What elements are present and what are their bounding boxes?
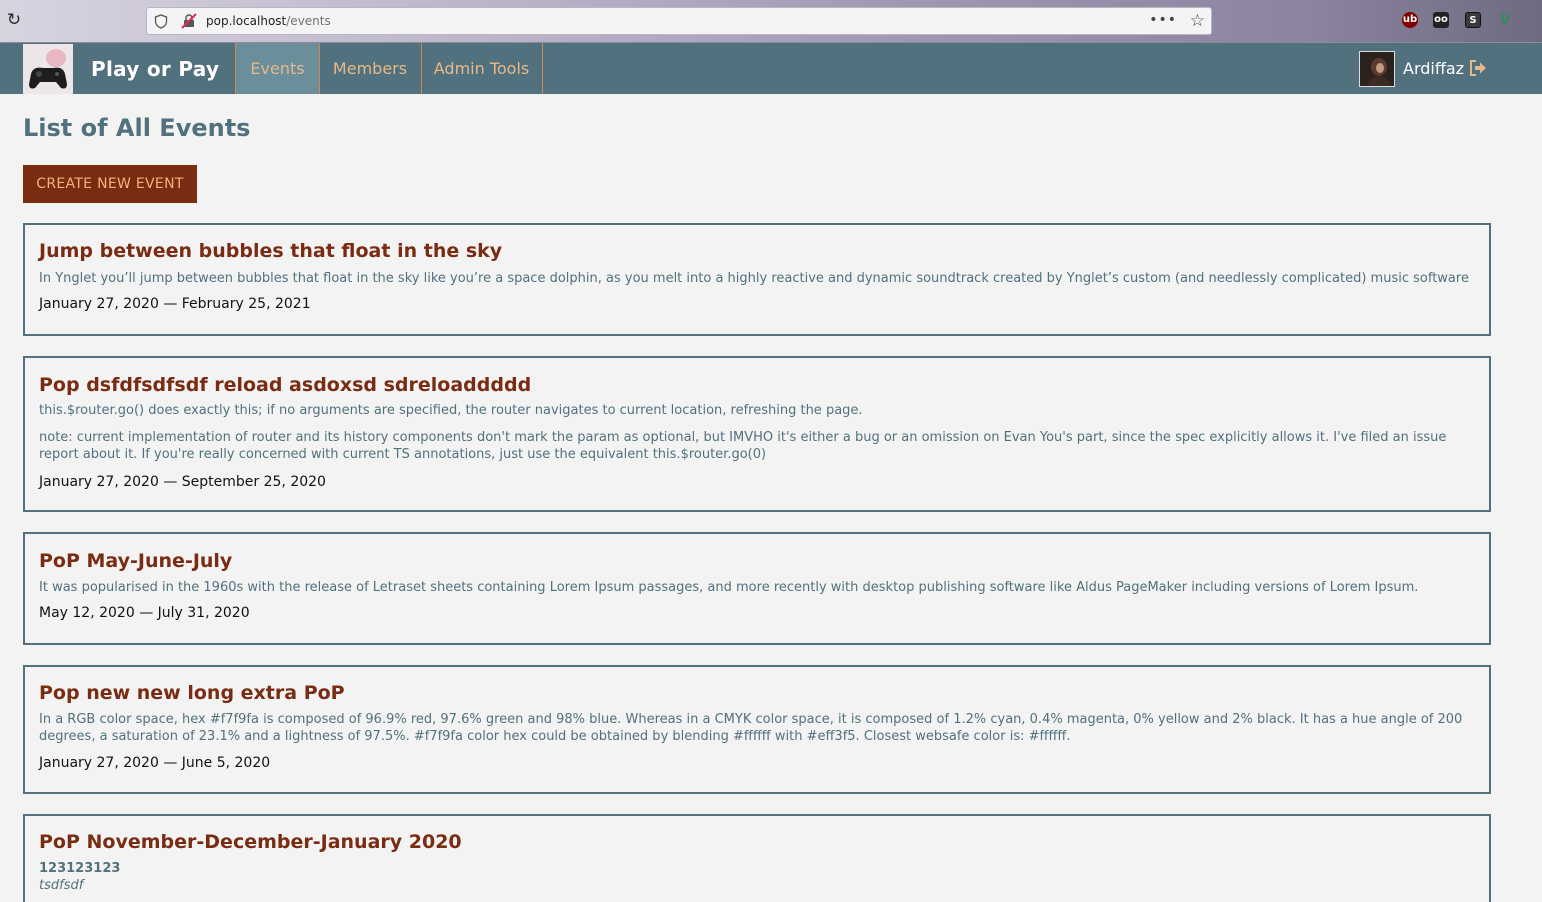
shield-icon[interactable] xyxy=(154,14,168,29)
s-extension-icon[interactable]: S xyxy=(1465,12,1481,28)
url-text[interactable]: pop.localhost/events xyxy=(206,14,331,28)
browser-toolbar: ↻ pop.localhost/events ••• ☆ ub oo S V xyxy=(0,0,1542,43)
event-card[interactable]: Pop new new long extra PoP In a RGB colo… xyxy=(23,665,1491,794)
url-host: pop.localhost xyxy=(206,14,287,28)
event-card[interactable]: PoP May-June-July It was popularised in … xyxy=(23,532,1491,645)
event-dates: January 27, 2020 — June 5, 2020 xyxy=(39,755,271,771)
bookmark-star-icon[interactable]: ☆ xyxy=(1190,11,1205,31)
event-dates: May 12, 2020 — July 31, 2020 xyxy=(39,605,250,621)
event-title[interactable]: PoP May-June-July xyxy=(39,550,232,572)
user-avatar-image xyxy=(1360,52,1394,86)
event-title[interactable]: Jump between bubbles that float in the s… xyxy=(39,240,502,262)
event-description-bold: 123123123 xyxy=(39,861,121,876)
user-name[interactable]: Ardiffaz xyxy=(1403,59,1464,78)
event-description: this.$router.go() does exactly this; if … xyxy=(39,403,863,418)
event-card[interactable]: Jump between bubbles that float in the s… xyxy=(23,223,1491,336)
page-actions-icon[interactable]: ••• xyxy=(1149,12,1177,28)
event-description-italic: tsdfsdf xyxy=(39,878,84,893)
event-description: It was popularised in the 1960s with the… xyxy=(39,580,1419,595)
app-navbar: Play or Pay Events Members Admin Tools A… xyxy=(0,43,1542,94)
reload-icon[interactable]: ↻ xyxy=(4,10,24,30)
url-bar[interactable]: pop.localhost/events ••• ☆ xyxy=(146,7,1212,35)
nav-admin-tools[interactable]: Admin Tools xyxy=(421,43,543,94)
gamepad-logo-icon xyxy=(23,44,73,94)
event-dates: January 27, 2020 — February 25, 2021 xyxy=(39,296,311,312)
event-title[interactable]: Pop dsfdfsdfsdf reload asdoxsd sdreloadd… xyxy=(39,374,531,396)
event-title[interactable]: PoP November-December-January 2020 xyxy=(39,831,462,853)
nav-events[interactable]: Events xyxy=(235,43,320,94)
event-card[interactable]: PoP November-December-January 2020 12312… xyxy=(23,814,1491,902)
logout-icon[interactable] xyxy=(1468,59,1488,77)
ublock-icon[interactable]: ub xyxy=(1402,12,1418,28)
vue-devtools-icon[interactable]: V xyxy=(1497,12,1513,28)
event-description: In Ynglet you’ll jump between bubbles th… xyxy=(39,271,1469,286)
event-description-note: note: current implementation of router a… xyxy=(39,430,1447,462)
event-card[interactable]: Pop dsfdfsdfsdf reload asdoxsd sdreloadd… xyxy=(23,356,1491,512)
event-description: In a RGB color space, hex #f7f9fa is com… xyxy=(39,712,1463,744)
create-new-event-button[interactable]: CREATE NEW EVENT xyxy=(23,165,197,203)
url-path: /events xyxy=(286,14,331,28)
insecure-lock-icon[interactable] xyxy=(181,13,197,29)
event-title[interactable]: Pop new new long extra PoP xyxy=(39,682,345,704)
page-title: List of All Events xyxy=(23,114,251,142)
brand-title[interactable]: Play or Pay xyxy=(91,57,219,81)
event-dates: January 27, 2020 — September 25, 2020 xyxy=(39,474,326,490)
logo[interactable] xyxy=(23,44,73,94)
avatar[interactable] xyxy=(1359,51,1395,87)
ghostery-icon[interactable]: oo xyxy=(1433,12,1449,28)
nav-members[interactable]: Members xyxy=(319,43,422,94)
